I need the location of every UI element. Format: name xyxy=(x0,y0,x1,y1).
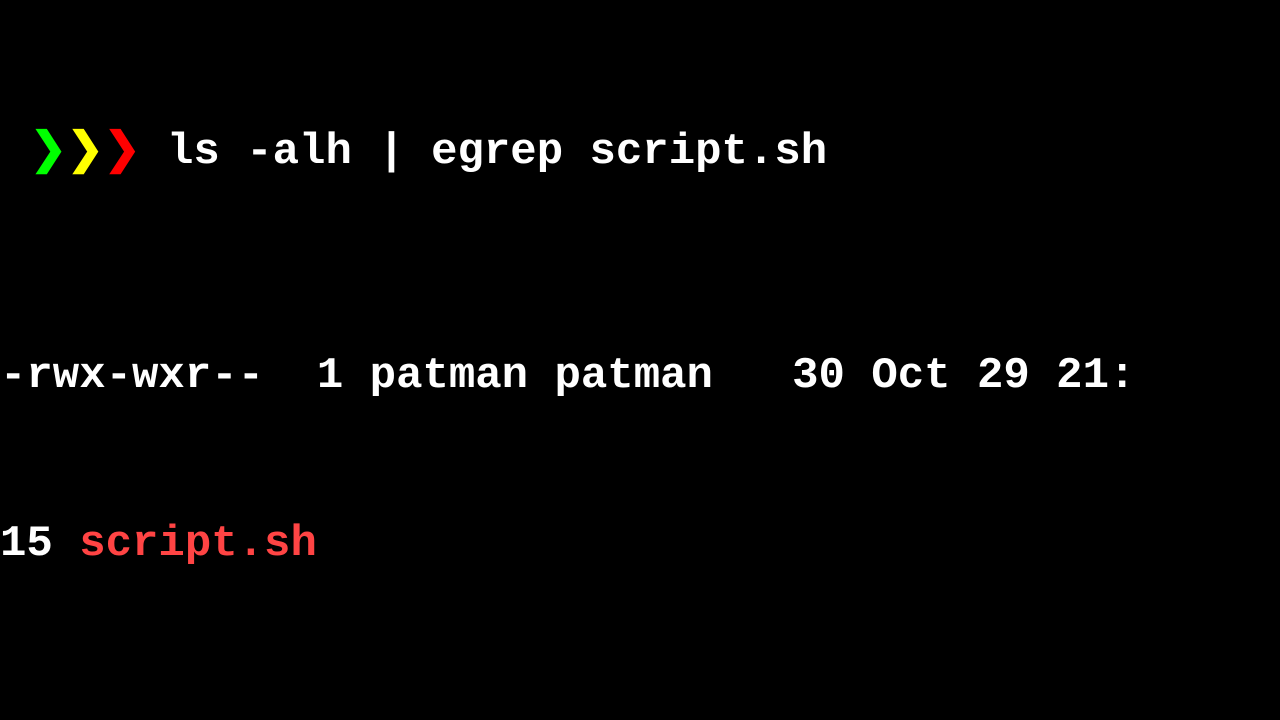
partial-command-line: ❯❯❯ ls -alh | egrep script.sh xyxy=(0,124,1280,180)
egrep-match: script.sh xyxy=(79,519,317,569)
terminal[interactable]: ❯❯❯ ls -alh | egrep script.sh -rwx-wxr--… xyxy=(0,0,1280,720)
prompt-chevrons: ❯❯❯ xyxy=(30,124,141,180)
output-line-wrap: 15 script.sh xyxy=(0,516,1280,572)
output-line: -rwx-wxr-- 1 patman patman 30 Oct 29 21: xyxy=(0,348,1280,404)
command-text: ls -alh | egrep script.sh xyxy=(167,127,827,177)
ls-output-time: 15 xyxy=(0,519,79,569)
ls-output-perms: -rwx-wxr-- 1 patman patman 30 Oct 29 21: xyxy=(0,351,1135,401)
